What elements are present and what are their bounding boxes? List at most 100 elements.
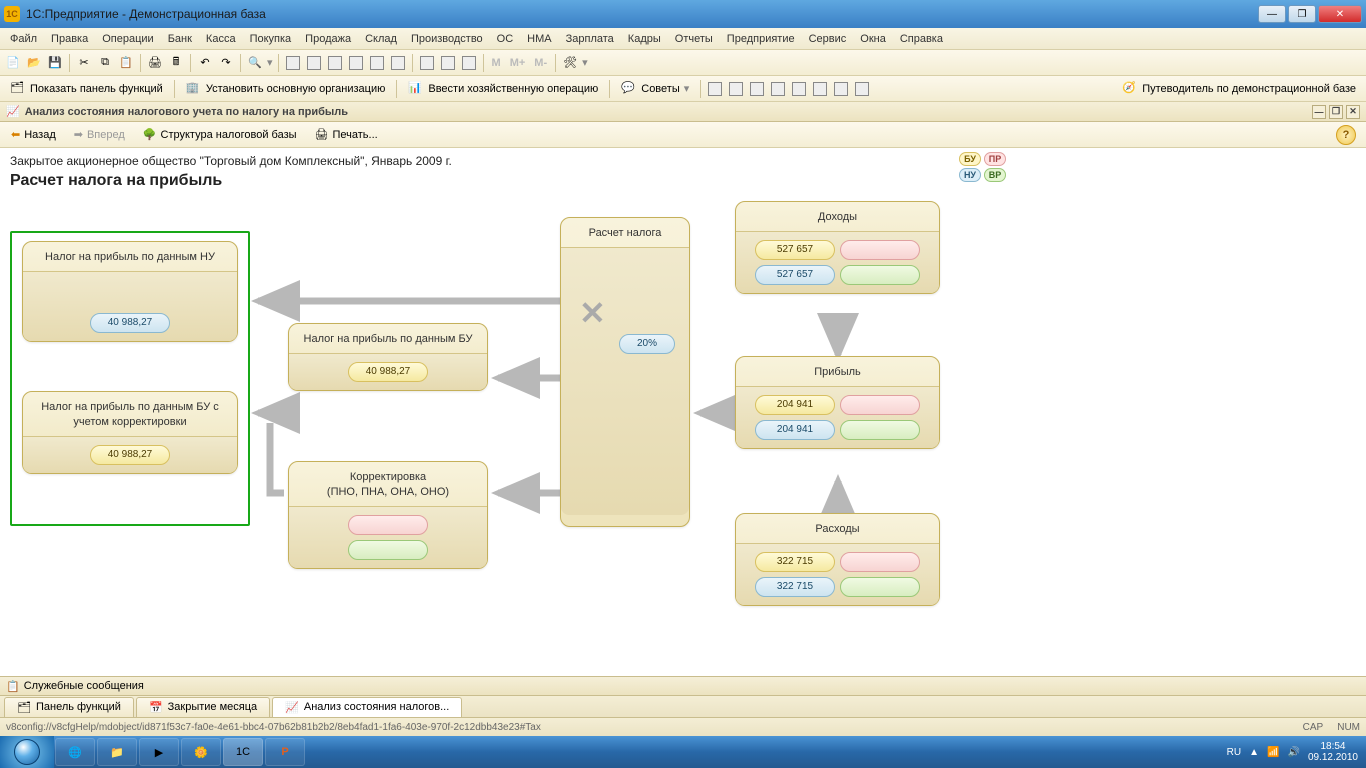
print-button[interactable]: 🖨Печать... <box>308 125 385 144</box>
save-icon[interactable]: 💾 <box>46 54 64 72</box>
card-tax-bu-corr[interactable]: Налог на прибыль по данным БУ с учетом к… <box>22 391 238 474</box>
tb2-f[interactable] <box>811 80 829 98</box>
legend-bu: БУ <box>959 152 981 166</box>
tray-network-icon[interactable]: 📶 <box>1267 747 1279 758</box>
card-expense-blue: 322 715 <box>755 577 835 597</box>
tb2-g[interactable] <box>832 80 850 98</box>
back-button[interactable]: ⬅Назад <box>4 125 63 144</box>
close-button[interactable]: ✕ <box>1318 5 1362 23</box>
tb-icon-f[interactable] <box>389 54 407 72</box>
tb-icon-c[interactable] <box>326 54 344 72</box>
structure-button[interactable]: 🌳Структура налоговой базы <box>136 125 304 144</box>
card-tax-bu[interactable]: Налог на прибыль по данным БУ 40 988,27 <box>288 323 488 391</box>
menu-file[interactable]: Файл <box>4 31 43 47</box>
menu-operations[interactable]: Операции <box>96 31 159 47</box>
cut-icon[interactable]: ✂ <box>75 54 93 72</box>
menu-help[interactable]: Справка <box>894 31 949 47</box>
menu-production[interactable]: Производство <box>405 31 489 47</box>
service-messages-bar[interactable]: 📋Служебные сообщения <box>0 676 1366 696</box>
tb2-d[interactable] <box>769 80 787 98</box>
search-icon[interactable]: 🔍 <box>246 54 264 72</box>
tb-icon-a[interactable] <box>284 54 302 72</box>
menu-service[interactable]: Сервис <box>803 31 853 47</box>
tb-icon-d[interactable] <box>347 54 365 72</box>
card-tax-nu[interactable]: Налог на прибыль по данным НУ 40 988,27 <box>22 241 238 342</box>
multiply-icon: ✕ <box>579 294 606 332</box>
copy-icon[interactable]: ⧉ <box>96 54 114 72</box>
card-profit-green <box>840 420 920 440</box>
menu-salary[interactable]: Зарплата <box>560 31 620 47</box>
menu-edit[interactable]: Правка <box>45 31 94 47</box>
toolbar-actions: 🗂Показать панель функций 🏢Установить осн… <box>0 76 1366 102</box>
menu-sale[interactable]: Продажа <box>299 31 357 47</box>
doc-min-button[interactable]: ― <box>1312 105 1326 119</box>
card-correction[interactable]: Корректировка(ПНО, ПНА, ОНА, ОНО) <box>288 461 488 569</box>
print-icon[interactable]: 🖨 <box>146 54 164 72</box>
taskbar-explorer[interactable]: 📁 <box>97 738 137 766</box>
card-tax-bu-value: 40 988,27 <box>348 362 428 382</box>
menu-os[interactable]: ОС <box>491 31 520 47</box>
calc-icon[interactable]: 🖩 <box>167 54 185 72</box>
main-menu: Файл Правка Операции Банк Касса Покупка … <box>0 28 1366 50</box>
tab-month-close[interactable]: 📅Закрытие месяца <box>136 697 270 717</box>
tb2-c[interactable] <box>748 80 766 98</box>
tb-icon-h[interactable] <box>439 54 457 72</box>
maximize-button[interactable]: ❐ <box>1288 5 1316 23</box>
tb2-e[interactable] <box>790 80 808 98</box>
menu-enterprise[interactable]: Предприятие <box>721 31 801 47</box>
mode-mplus[interactable]: М+ <box>507 57 529 69</box>
doc-close-button[interactable]: ✕ <box>1346 105 1360 119</box>
menu-reports[interactable]: Отчеты <box>669 31 719 47</box>
menu-windows[interactable]: Окна <box>854 31 892 47</box>
advice-button[interactable]: 💬Советы▾ <box>615 78 695 100</box>
doc-max-button[interactable]: ❐ <box>1329 105 1343 119</box>
menu-warehouse[interactable]: Склад <box>359 31 403 47</box>
legend-nu: НУ <box>959 168 981 182</box>
tb2-b[interactable] <box>727 80 745 98</box>
taskbar-icq[interactable]: 🌼 <box>181 738 221 766</box>
taskbar-ie[interactable]: 🌐 <box>55 738 95 766</box>
new-icon[interactable]: 📄 <box>4 54 22 72</box>
menu-cash[interactable]: Касса <box>200 31 242 47</box>
forward-button[interactable]: ➡Вперед <box>67 125 132 144</box>
minimize-button[interactable]: ― <box>1258 5 1286 23</box>
redo-icon[interactable]: ↷ <box>217 54 235 72</box>
tb-icon-b[interactable] <box>305 54 323 72</box>
start-button[interactable] <box>0 736 54 768</box>
taskbar-ppt[interactable]: P <box>265 738 305 766</box>
tray-sound-icon[interactable]: 🔊 <box>1287 747 1299 758</box>
tb-icon-e[interactable] <box>368 54 386 72</box>
tools-icon[interactable]: 🛠 <box>561 54 579 72</box>
help-icon[interactable]: ? <box>1336 125 1356 145</box>
card-calc[interactable]: Расчет налога ✕ 20% <box>560 217 690 527</box>
open-icon[interactable]: 📂 <box>25 54 43 72</box>
tb-icon-i[interactable] <box>460 54 478 72</box>
tab-panel-functions[interactable]: 🗂Панель функций <box>4 697 134 717</box>
tray-lang[interactable]: RU <box>1227 747 1241 758</box>
taskbar-media[interactable]: ▶ <box>139 738 179 766</box>
enter-op-button[interactable]: 📊Ввести хозяйственную операцию <box>402 78 604 100</box>
tray-flag-icon[interactable]: ▲ <box>1249 747 1259 758</box>
paste-icon[interactable]: 📋 <box>117 54 135 72</box>
taskbar-1c[interactable]: 1C <box>223 738 263 766</box>
mode-mminus[interactable]: М- <box>531 57 550 69</box>
card-income[interactable]: Доходы 527 657 527 657 <box>735 201 940 294</box>
guide-button[interactable]: 🧭Путеводитель по демонстрационной базе <box>1116 78 1362 100</box>
menu-personnel[interactable]: Кадры <box>622 31 667 47</box>
tab-tax-analysis[interactable]: 📈Анализ состояния налогов... <box>272 697 462 717</box>
menu-purchase[interactable]: Покупка <box>244 31 298 47</box>
tray-clock[interactable]: 18:5409.12.2010 <box>1308 741 1358 763</box>
card-profit[interactable]: Прибыль 204 941 204 941 <box>735 356 940 449</box>
card-expense-pink <box>840 552 920 572</box>
toolbar-main: 📄 📂 💾 ✂ ⧉ 📋 🖨 🖩 ↶ ↷ 🔍 ▾ М М+ М- 🛠 ▾ <box>0 50 1366 76</box>
set-org-button[interactable]: 🏢Установить основную организацию <box>180 78 392 100</box>
menu-bank[interactable]: Банк <box>162 31 198 47</box>
show-panel-button[interactable]: 🗂Показать панель функций <box>4 78 169 100</box>
mode-m[interactable]: М <box>489 57 504 69</box>
undo-icon[interactable]: ↶ <box>196 54 214 72</box>
tb-icon-g[interactable] <box>418 54 436 72</box>
card-expense[interactable]: Расходы 322 715 322 715 <box>735 513 940 606</box>
menu-nma[interactable]: НМА <box>521 31 557 47</box>
tb2-h[interactable] <box>853 80 871 98</box>
tb2-a[interactable] <box>706 80 724 98</box>
